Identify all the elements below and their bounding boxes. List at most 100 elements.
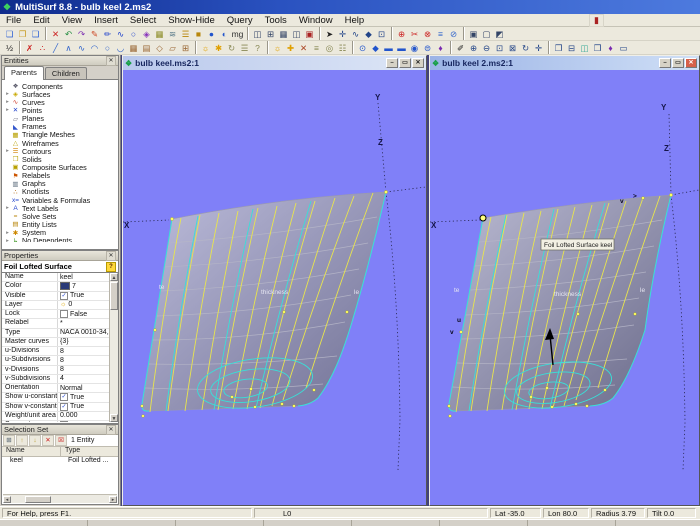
- tile-horizontal-icon[interactable]: ⊟: [565, 42, 578, 54]
- select-all-icon[interactable]: ⊡: [375, 28, 388, 40]
- eye-cone-icon[interactable]: ◆: [369, 42, 382, 54]
- viewport-left-titlebar[interactable]: ❖ bulb keel.ms2:1 – ▭ ✕: [123, 56, 426, 70]
- tree-item-text-labels[interactable]: ▸ A Text Labels: [2, 204, 118, 213]
- project-tool-icon[interactable]: ⊘: [447, 28, 460, 40]
- redo-icon[interactable]: ↷: [75, 28, 88, 40]
- purple-view-icon[interactable]: ♦: [604, 42, 617, 54]
- add-lamp-icon[interactable]: ✚: [284, 42, 297, 54]
- trim-tool-icon[interactable]: ✂: [408, 28, 421, 40]
- render-view-icon[interactable]: ▣: [467, 28, 480, 40]
- zoom-fit-icon[interactable]: ⊠: [506, 42, 519, 54]
- hide-lamp-icon[interactable]: ☼: [271, 42, 284, 54]
- zoom-out-icon[interactable]: ⊖: [480, 42, 493, 54]
- query-lamp-icon[interactable]: ?: [251, 42, 264, 54]
- toggle-lamp-icon[interactable]: ◎: [323, 42, 336, 54]
- viewport-right-titlebar[interactable]: ❖ bulb keel 2.ms2:1 – ▭ ✕: [430, 56, 699, 70]
- cascade-windows-icon[interactable]: ❐: [552, 42, 565, 54]
- right-3d-view[interactable]: > v u v Foil Lofted Surface keel Y Z X t…: [430, 70, 699, 504]
- insert-line-icon[interactable]: ╱: [49, 42, 62, 54]
- menu-help[interactable]: Help: [339, 14, 371, 27]
- tree-item-entity-lists[interactable]: ▤ Entity Lists: [2, 220, 118, 229]
- column-header-name[interactable]: Name: [2, 447, 61, 456]
- wireframe-tool-icon[interactable]: ≋: [166, 28, 179, 40]
- refresh-lamp-icon[interactable]: ↻: [225, 42, 238, 54]
- scroll-right-icon[interactable]: ▸: [109, 495, 117, 503]
- surface-tool-icon[interactable]: ◈: [140, 28, 153, 40]
- insert-circle-icon[interactable]: ○: [101, 42, 114, 54]
- minimize-button[interactable]: –: [659, 58, 671, 68]
- menu-view[interactable]: View: [56, 14, 88, 27]
- close-button[interactable]: ✕: [685, 58, 697, 68]
- window-grid-2-icon[interactable]: ⊞: [264, 28, 277, 40]
- insert-curve-icon[interactable]: ◡: [114, 42, 127, 54]
- tree-item-composite-surfaces[interactable]: ▣ Composite Surfaces: [2, 163, 118, 172]
- globe-tool-icon[interactable]: ◐: [218, 28, 231, 40]
- unite-tool-icon[interactable]: ⊕: [395, 28, 408, 40]
- move-down-icon[interactable]: ↓: [29, 435, 41, 446]
- tree-item-triangle-meshes[interactable]: ▦ Triangle Meshes: [2, 130, 118, 139]
- insert-net-surface-icon[interactable]: ⊞: [179, 42, 192, 54]
- checkbox-unchecked-icon[interactable]: [60, 310, 68, 319]
- tree-item-components[interactable]: ❖ Components: [2, 82, 118, 91]
- menubar-red-icon[interactable]: ▮: [589, 13, 604, 27]
- selection-scrollbar[interactable]: ◂ ▸: [3, 494, 117, 503]
- tree-item-planes[interactable]: ▱ Planes: [2, 114, 118, 123]
- insert-lofted-surface-icon[interactable]: ▤: [140, 42, 153, 54]
- contour-tool-icon[interactable]: ☰: [179, 28, 192, 40]
- maximize-button[interactable]: ▭: [399, 58, 411, 68]
- scroll-thumb[interactable]: [110, 282, 118, 310]
- insert-spline-icon[interactable]: ∿: [75, 42, 88, 54]
- insert-ruled-surface-icon[interactable]: ▱: [166, 42, 179, 54]
- insert-arc-icon[interactable]: ◠: [88, 42, 101, 54]
- selection-row-keel[interactable]: keel Foil Lofted ...: [2, 457, 118, 466]
- maximize-button[interactable]: ▭: [672, 58, 684, 68]
- remove-lamp-icon[interactable]: ✕: [297, 42, 310, 54]
- screen-icon[interactable]: ▭: [617, 42, 630, 54]
- menu-file[interactable]: File: [0, 14, 27, 27]
- purple-diamond-icon[interactable]: ♦: [434, 42, 447, 54]
- eye-bar-1-icon[interactable]: ▬: [382, 42, 395, 54]
- insert-points-icon[interactable]: ∴: [36, 42, 49, 54]
- select-curve-icon[interactable]: ∿: [349, 28, 362, 40]
- wire-view-icon[interactable]: ▢: [480, 28, 493, 40]
- expander-icon[interactable]: ▸: [4, 238, 11, 242]
- column-header-type[interactable]: Type: [61, 447, 80, 456]
- menu-insert[interactable]: Insert: [88, 14, 124, 27]
- curve-tool-icon[interactable]: ∿: [114, 28, 127, 40]
- tile-vertical-icon[interactable]: ◫: [578, 42, 591, 54]
- open-file-icon[interactable]: ❐: [16, 28, 29, 40]
- checkbox-unchecked-icon[interactable]: [60, 421, 68, 422]
- pan-view-icon[interactable]: ✛: [532, 42, 545, 54]
- window-grid-4-icon[interactable]: ◫: [290, 28, 303, 40]
- insert-swept-surface-icon[interactable]: ◇: [153, 42, 166, 54]
- tree-item-relabels[interactable]: ⚑ Relabels: [2, 171, 118, 180]
- tree-item-curves[interactable]: ▸ ∿ Curves: [2, 98, 118, 107]
- intersect-tool-icon[interactable]: ⊗: [421, 28, 434, 40]
- viewport-window-right[interactable]: ❖ bulb keel 2.ms2:1 – ▭ ✕ > v u v Foil L…: [429, 55, 700, 506]
- viewport-left-canvas[interactable]: Y Z X te thickness le: [123, 70, 426, 505]
- eye-bar-2-icon[interactable]: ▬: [395, 42, 408, 54]
- zoom-window-icon[interactable]: ⊡: [493, 42, 506, 54]
- all-lamp-icon[interactable]: ☷: [336, 42, 349, 54]
- window-grid-1-icon[interactable]: ◫: [251, 28, 264, 40]
- select-point-icon[interactable]: ✛: [336, 28, 349, 40]
- window-red-icon[interactable]: ▣: [303, 28, 316, 40]
- scroll-up-icon[interactable]: ▲: [110, 273, 118, 281]
- insert-polyline-icon[interactable]: ∧: [62, 42, 75, 54]
- menu-tools[interactable]: Tools: [259, 14, 293, 27]
- expander-icon[interactable]: ▸: [4, 148, 11, 154]
- list-lamp-icon[interactable]: ☰: [238, 42, 251, 54]
- zoom-in-icon[interactable]: ⊕: [467, 42, 480, 54]
- expander-icon[interactable]: ▸: [4, 91, 11, 97]
- move-up-icon[interactable]: ↑: [16, 435, 28, 446]
- select-arrow-icon[interactable]: ➤: [323, 28, 336, 40]
- scroll-down-icon[interactable]: ▼: [110, 414, 118, 422]
- close-icon[interactable]: ✕: [106, 55, 116, 66]
- expander-icon[interactable]: ▸: [4, 205, 11, 211]
- menu-window[interactable]: Window: [293, 14, 339, 27]
- isolate-lamp-icon[interactable]: ≡: [310, 42, 323, 54]
- solid-tool-icon[interactable]: ■: [192, 28, 205, 40]
- expander-icon[interactable]: ▸: [4, 107, 11, 113]
- tree-item-variables-formulas[interactable]: x= Variables & Formulas: [2, 196, 118, 205]
- window-titlebar[interactable]: ❖ MultiSurf 8.8 - bulb keel 2.ms2: [0, 0, 700, 14]
